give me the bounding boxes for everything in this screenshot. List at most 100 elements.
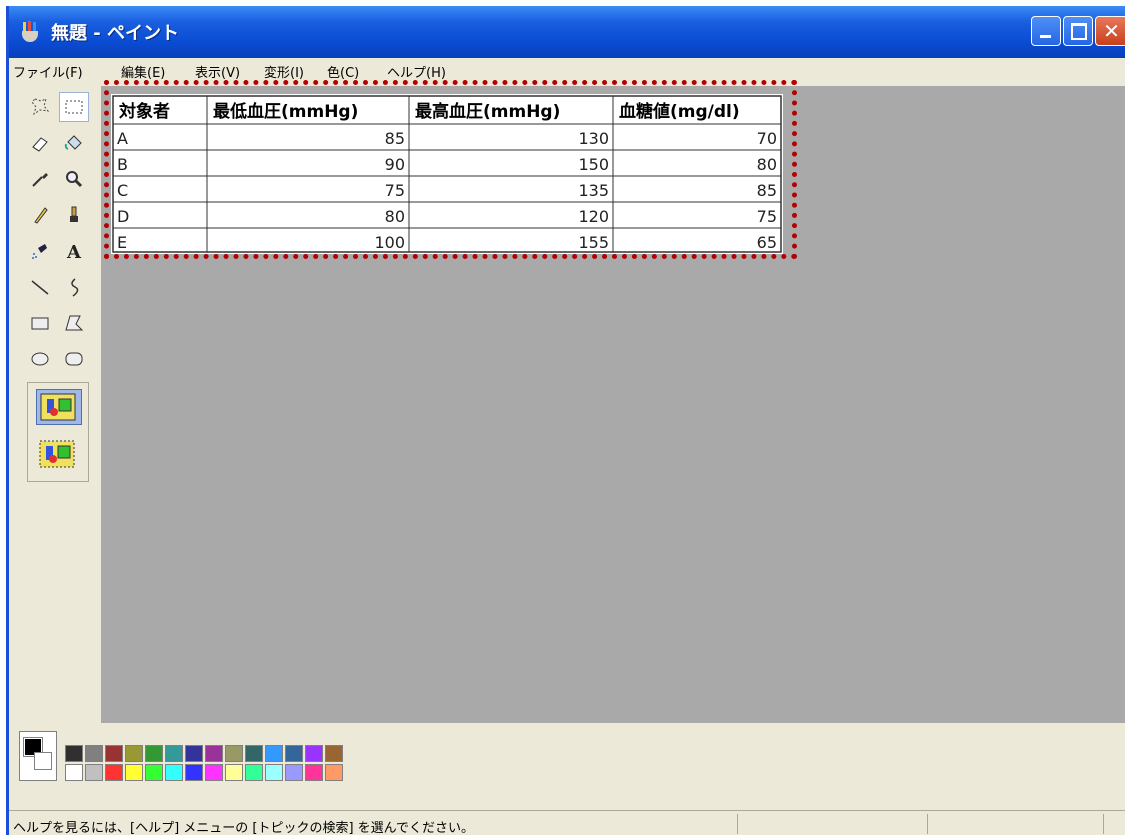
table-cell: 135 bbox=[578, 181, 609, 200]
svg-text:A: A bbox=[66, 242, 82, 262]
transparent-selection-option[interactable] bbox=[36, 437, 80, 471]
toolbox: A bbox=[9, 86, 101, 723]
table-cell: 85 bbox=[757, 181, 777, 200]
color-swatch[interactable] bbox=[205, 745, 223, 762]
table-cell: 80 bbox=[385, 207, 405, 226]
free-select-icon[interactable] bbox=[25, 92, 55, 122]
text-icon[interactable]: A bbox=[59, 236, 89, 266]
close-button[interactable]: ✕ bbox=[1095, 16, 1125, 46]
color-swatch[interactable] bbox=[285, 745, 303, 762]
color-swatch[interactable] bbox=[145, 764, 163, 781]
table-cell: C bbox=[117, 181, 128, 200]
pasted-table: 対象者 最低血圧(mmHg) 最高血圧(mmHg) 血糖値(mg/dl) A 85 130 7… bbox=[112, 95, 782, 253]
table-cell: 130 bbox=[578, 129, 609, 148]
table-cell: 80 bbox=[757, 155, 777, 174]
table-header-cell: 最低血圧(mmHg) bbox=[213, 101, 358, 122]
minimize-button[interactable] bbox=[1031, 16, 1061, 46]
color-swatch[interactable] bbox=[105, 745, 123, 762]
color-swatch[interactable] bbox=[165, 764, 183, 781]
menu-edit[interactable]: 編集(E) bbox=[121, 62, 165, 81]
maximize-button[interactable] bbox=[1063, 16, 1093, 46]
color-swatch[interactable] bbox=[185, 764, 203, 781]
color-swatch[interactable] bbox=[225, 745, 243, 762]
transparent-selection-icon bbox=[39, 440, 75, 468]
menu-image[interactable]: 変形(I) bbox=[264, 62, 304, 81]
color-swatch[interactable] bbox=[245, 745, 263, 762]
table-cell: B bbox=[117, 155, 128, 174]
color-palette bbox=[9, 723, 1125, 808]
color-swatch[interactable] bbox=[325, 764, 343, 781]
close-icon: ✕ bbox=[1103, 19, 1120, 43]
color-swatch[interactable] bbox=[105, 764, 123, 781]
polygon-icon[interactable] bbox=[59, 308, 89, 338]
color-swatch[interactable] bbox=[305, 764, 323, 781]
table-cell: 75 bbox=[385, 181, 405, 200]
color-picker-icon[interactable] bbox=[25, 164, 55, 194]
table-cell: 150 bbox=[578, 155, 609, 174]
rect-select-icon[interactable] bbox=[59, 92, 89, 122]
window-title: 無題 - ペイント bbox=[51, 23, 180, 44]
color-swatch[interactable] bbox=[305, 745, 323, 762]
opaque-selection-option[interactable] bbox=[36, 389, 82, 425]
color-swatch[interactable] bbox=[245, 764, 263, 781]
line-icon[interactable] bbox=[25, 272, 55, 302]
ellipse-icon[interactable] bbox=[25, 344, 55, 374]
table-cell: 70 bbox=[757, 129, 777, 148]
opaque-selection-icon bbox=[40, 393, 76, 421]
color-swatch[interactable] bbox=[65, 745, 83, 762]
color-swatch[interactable] bbox=[325, 745, 343, 762]
menu-view[interactable]: 表示(V) bbox=[195, 62, 240, 81]
menu-colors[interactable]: 色(C) bbox=[327, 62, 359, 81]
pencil-icon[interactable] bbox=[25, 200, 55, 230]
table-cell: 85 bbox=[385, 129, 405, 148]
menu-file[interactable]: ファイル(F) bbox=[13, 62, 83, 81]
color-swatch[interactable] bbox=[185, 745, 203, 762]
rectangle-icon[interactable] bbox=[25, 308, 55, 338]
color-swatch[interactable] bbox=[205, 764, 223, 781]
table-header-cell: 血糖値(mg/dl) bbox=[619, 101, 740, 122]
table-cell: 75 bbox=[757, 207, 777, 226]
brush-icon[interactable] bbox=[59, 200, 89, 230]
paint-window: 無題 - ペイント ✕ ファイル(F) 編集(E) 表示(V) 変形(I) 色(… bbox=[6, 6, 1125, 835]
color-swatch[interactable] bbox=[125, 764, 143, 781]
table-cell: 65 bbox=[757, 233, 777, 252]
drawing-canvas[interactable]: 対象者 最低血圧(mmHg) 最高血圧(mmHg) 血糖値(mg/dl) A 85 130 7… bbox=[101, 80, 1125, 723]
color-swatch[interactable] bbox=[165, 745, 183, 762]
table-cell: D bbox=[117, 207, 129, 226]
rounded-rect-icon[interactable] bbox=[59, 344, 89, 374]
menu-help[interactable]: ヘルプ(H) bbox=[387, 62, 446, 81]
magnifier-icon[interactable] bbox=[59, 164, 89, 194]
status-cell bbox=[737, 814, 738, 834]
color-swatch[interactable] bbox=[265, 764, 283, 781]
table-cell: 90 bbox=[385, 155, 405, 174]
color-swatch[interactable] bbox=[85, 745, 103, 762]
color-swatch[interactable] bbox=[265, 745, 283, 762]
image-area[interactable]: 対象者 最低血圧(mmHg) 最高血圧(mmHg) 血糖値(mg/dl) A 85 130 7… bbox=[111, 94, 783, 254]
color-swatch[interactable] bbox=[145, 745, 163, 762]
color-swatch[interactable] bbox=[285, 764, 303, 781]
color-swatch[interactable] bbox=[125, 745, 143, 762]
fill-icon[interactable] bbox=[59, 128, 89, 158]
table-header-cell: 最高血圧(mmHg) bbox=[415, 101, 560, 122]
status-cell bbox=[927, 814, 928, 834]
color-swatch[interactable] bbox=[85, 764, 103, 781]
paint-app-icon bbox=[22, 21, 38, 42]
table-cell: 120 bbox=[578, 207, 609, 226]
title-bar[interactable]: 無題 - ペイント ✕ bbox=[9, 6, 1125, 58]
table-cell: A bbox=[117, 129, 128, 148]
tool-options-box bbox=[27, 382, 89, 482]
current-colors bbox=[19, 731, 57, 781]
status-text: ヘルプを見るには、[ヘルプ] メニューの [トピックの検索] を選んでください。 bbox=[13, 821, 475, 835]
color-swatch[interactable] bbox=[65, 764, 83, 781]
table-cell: E bbox=[117, 233, 127, 252]
status-bar: ヘルプを見るには、[ヘルプ] メニューの [トピックの検索] を選んでください。 bbox=[9, 810, 1125, 835]
table-header-cell: 対象者 bbox=[118, 101, 170, 122]
eraser-icon[interactable] bbox=[25, 128, 55, 158]
airbrush-icon[interactable] bbox=[25, 236, 55, 266]
table-cell: 100 bbox=[374, 233, 405, 252]
background-color[interactable] bbox=[34, 752, 52, 770]
color-swatch[interactable] bbox=[225, 764, 243, 781]
curve-icon[interactable] bbox=[59, 272, 89, 302]
status-cell bbox=[1103, 814, 1104, 834]
table-cell: 155 bbox=[578, 233, 609, 252]
